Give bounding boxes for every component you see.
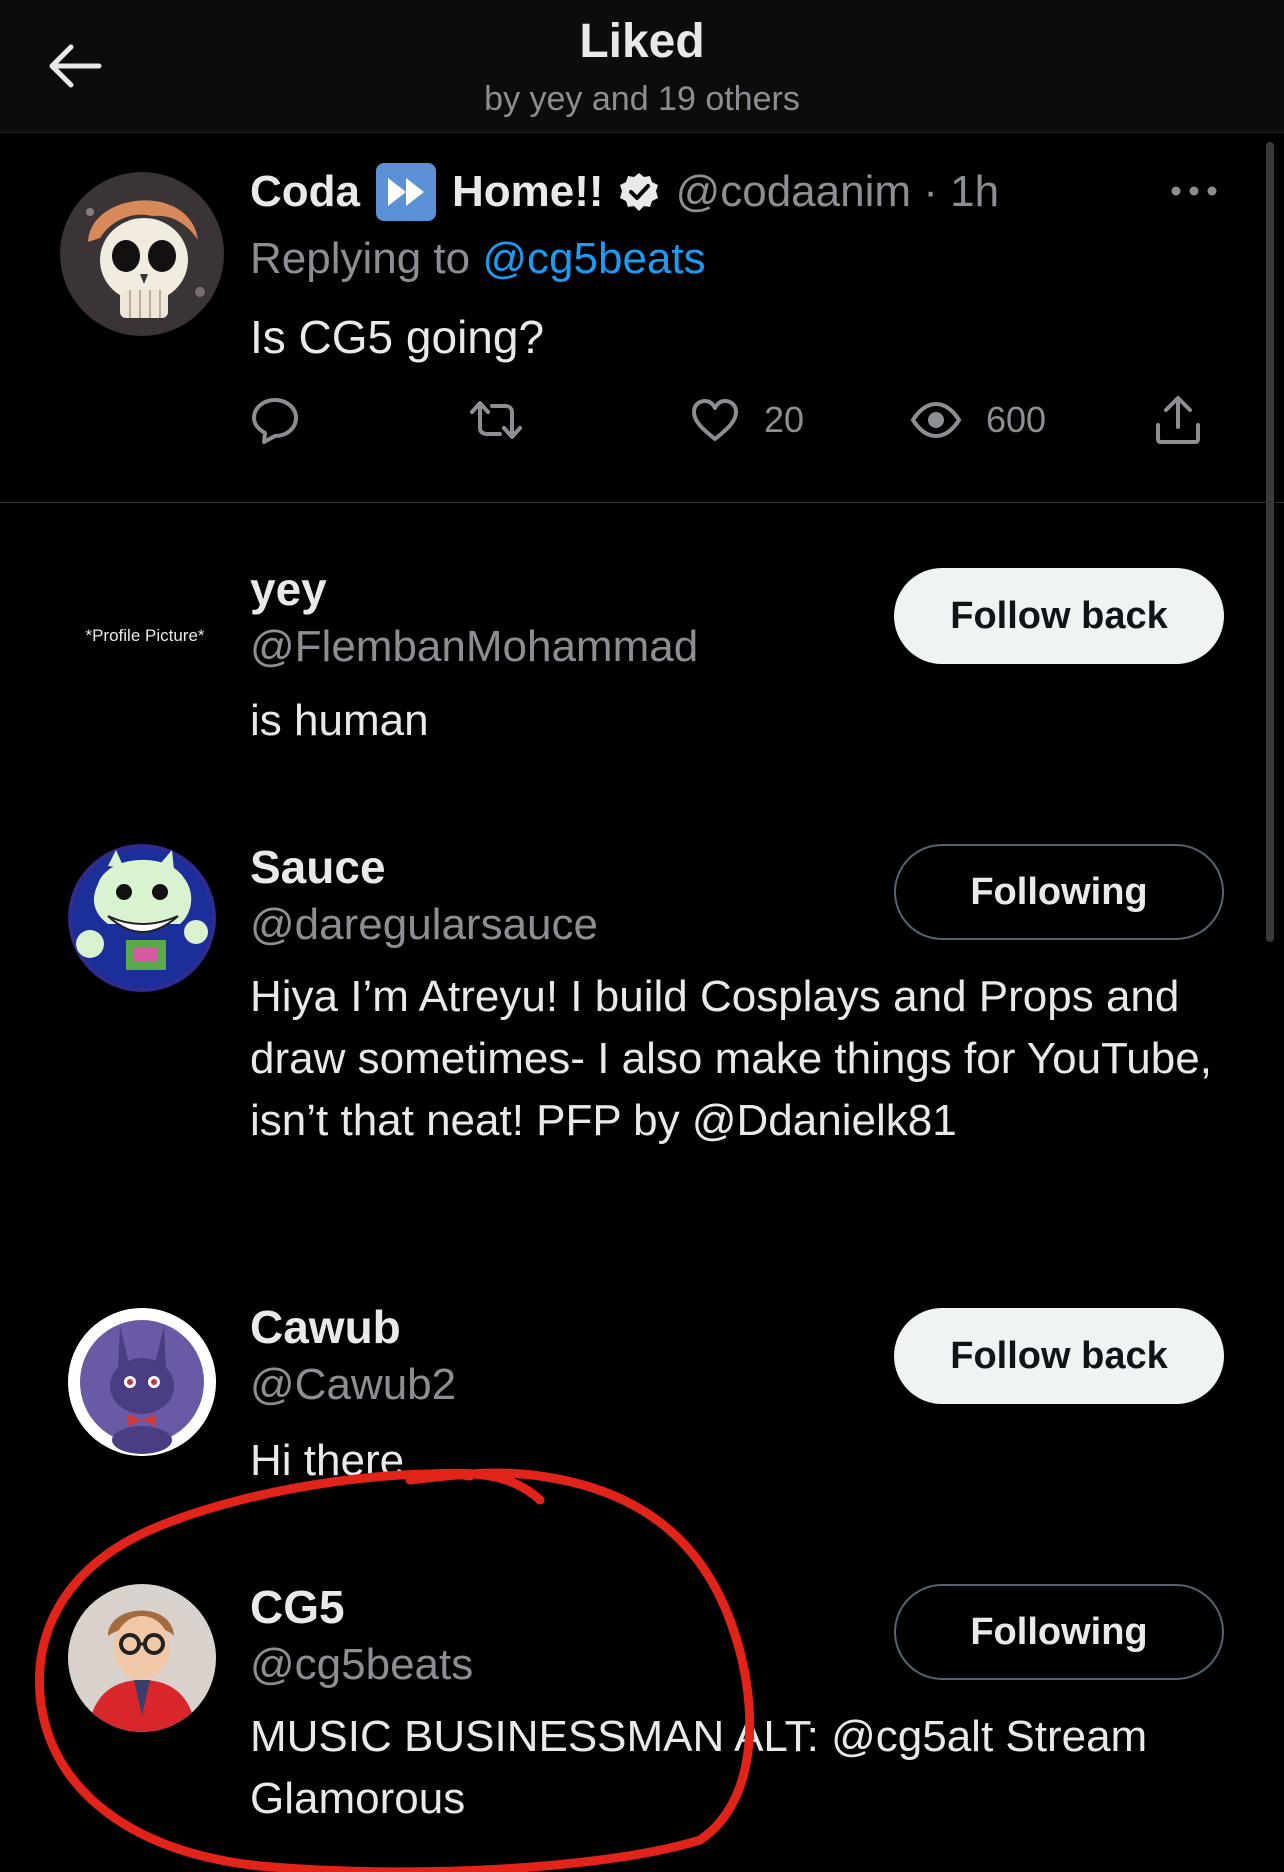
top-bar: Liked by yey and 19 others [0, 0, 1284, 133]
tweet-author-line: Coda Home!! @codaanim · 1h [250, 162, 999, 222]
page-subtitle: by yey and 19 others [484, 80, 800, 118]
user-bio: MUSIC BUSINESSMAN ALT: @cg5alt Stream Gl… [250, 1712, 1148, 1823]
tweet-actions: 20 600 [250, 390, 1210, 450]
reply-icon [252, 398, 298, 444]
avatar[interactable] [68, 1584, 216, 1732]
list-item[interactable]: CG5 @cg5beats MUSIC BUSINESSMAN ALT: @cg… [0, 1576, 1284, 1872]
replying-label: Replying to [250, 234, 471, 283]
replying-to: Replying to @cg5beats [250, 234, 706, 284]
user-name[interactable]: yey [250, 562, 327, 616]
user-name[interactable]: Cawub [250, 1300, 401, 1354]
user-bio: is human [250, 696, 429, 745]
page-title: Liked [579, 15, 705, 68]
user-bio: Hi there [250, 1436, 405, 1480]
skull-avatar-icon [60, 172, 224, 336]
more-options-icon[interactable] [1170, 176, 1218, 206]
user-name[interactable]: CG5 [250, 1580, 345, 1634]
user-handle: @Cawub2 [250, 1360, 457, 1409]
heart-icon [692, 399, 738, 441]
views-button[interactable]: 600 [910, 390, 1046, 450]
following-button[interactable]: Following [894, 1584, 1224, 1680]
share-button[interactable] [1154, 390, 1202, 450]
eye-icon [910, 401, 962, 439]
person-avatar-icon [68, 1584, 216, 1732]
like-count: 20 [764, 399, 805, 440]
author-name[interactable]: Coda [250, 167, 360, 217]
list-item[interactable]: Sauce @daregularsauce Hiya I’m Atreyu! I… [0, 836, 1284, 1216]
replying-handle-link[interactable]: @cg5beats [482, 234, 705, 283]
follow-back-button[interactable]: Follow back [894, 568, 1224, 664]
retweet-button[interactable] [468, 390, 524, 450]
user-handle: @FlembanMohammad [250, 622, 699, 671]
avatar-placeholder-text: *Profile Picture* [85, 626, 205, 645]
user-bio: Hiya I’m Atreyu! I build Cosplays and Pr… [250, 972, 1212, 1145]
list-item[interactable]: Cawub @Cawub2 Hi there Follow back [0, 1300, 1284, 1500]
reply-button[interactable] [250, 390, 300, 450]
user-handle: @cg5beats [250, 1640, 474, 1689]
follow-back-button[interactable]: Follow back [894, 1308, 1224, 1404]
author-handle-time: @codaanim · 1h [675, 167, 1000, 216]
user-handle: @daregularsauce [250, 900, 598, 949]
list-item[interactable]: *Profile Picture* yey @FlembanMohammad i… [0, 560, 1284, 790]
author-name-suffix[interactable]: Home!! [452, 167, 604, 217]
verified-badge-icon [619, 173, 658, 211]
like-button[interactable]: 20 [690, 390, 804, 450]
share-icon [1156, 396, 1200, 444]
fast-forward-icon [376, 163, 436, 221]
view-count: 600 [986, 399, 1047, 440]
avatar[interactable] [68, 1308, 216, 1456]
avatar[interactable] [68, 844, 216, 992]
cartoon-avatar-icon [68, 844, 216, 992]
user-name[interactable]: Sauce [250, 840, 386, 894]
following-button[interactable]: Following [894, 844, 1224, 940]
tweet[interactable]: Coda Home!! @codaanim · 1h Replying to @… [0, 132, 1284, 503]
tweet-text: Is CG5 going? [250, 311, 545, 363]
bunny-avatar-icon [68, 1308, 216, 1456]
retweet-icon [470, 401, 522, 439]
avatar[interactable] [60, 172, 224, 336]
